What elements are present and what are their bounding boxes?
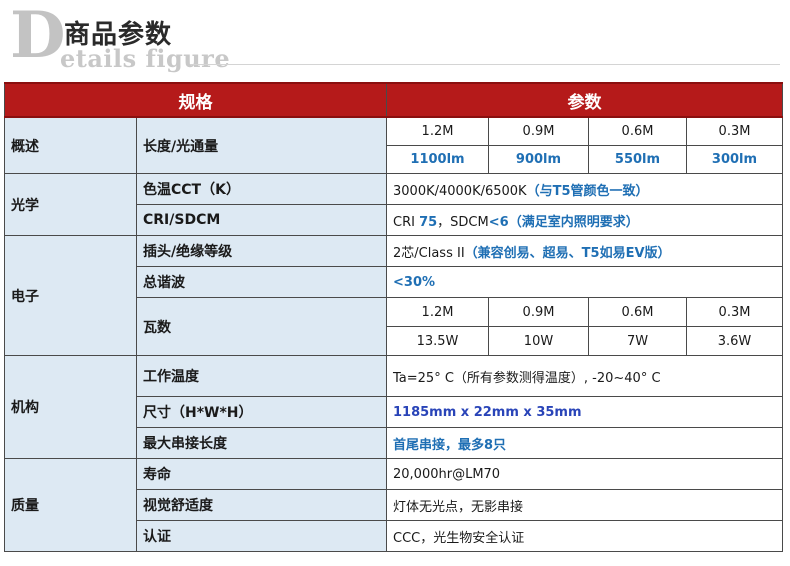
section-overview: 概述: [4, 116, 137, 174]
flux-cell: 550lm: [588, 145, 687, 174]
table-row: 机构 工作温度 Ta=25° C（所有参数测得温度）, -20~40° C: [4, 355, 783, 459]
label-size: 尺寸（H*W*H）: [136, 396, 387, 428]
thd-value: <30%: [386, 266, 783, 298]
table-row: 质量 寿命 20,000hr@LM70: [4, 458, 783, 552]
size-value: 1185mm x 22mm x 35mm: [386, 396, 783, 428]
label-plug: 插头/绝缘等级: [136, 235, 387, 267]
plug-value-cell: 2芯/Class II（兼容创易、超易、T5如易EV版）: [386, 235, 783, 267]
plug-value: 2芯/Class II: [393, 245, 465, 261]
flux-cell: 900lm: [488, 145, 589, 174]
flux-cell: 300lm: [686, 145, 783, 174]
cri-note: （满足室内照明要求）: [508, 214, 639, 230]
section-optics: 光学: [4, 173, 137, 236]
length-cell: 1.2M: [386, 116, 489, 146]
length-cell: 0.3M: [686, 116, 783, 146]
cri-prefix: CRI: [393, 214, 420, 230]
cct-note: （与T5管颜色一致）: [526, 183, 649, 199]
label-max-series: 最大串接长度: [136, 427, 387, 459]
label-life: 寿命: [136, 458, 387, 490]
table-row: 电子 插头/绝缘等级 2芯/Class II（兼容创易、超易、T5如易EV版）: [4, 235, 783, 356]
watt-length-cell: 0.3M: [686, 297, 783, 327]
label-watt: 瓦数: [136, 297, 387, 356]
length-cell: 0.9M: [488, 116, 589, 146]
comfort-value: 灯体无光点，无影串接: [386, 489, 783, 521]
watt-cell: 3.6W: [686, 326, 783, 356]
column-header-spec: 规格: [4, 82, 387, 118]
label-cct: 色温CCT（K）: [136, 173, 387, 205]
cct-value-cell: 3000K/4000K/6500K（与T5管颜色一致）: [386, 173, 783, 205]
table-row: 光学 色温CCT（K） 3000K/4000K/6500K（与T5管颜色一致）: [4, 173, 783, 236]
watt-cell: 13.5W: [386, 326, 489, 356]
label-thd: 总谐波: [136, 266, 387, 298]
life-value: 20,000hr@LM70: [386, 458, 783, 490]
cri-value-cell: CRI 75，SDCM<6（满足室内照明要求）: [386, 204, 783, 236]
label-comfort: 视觉舒适度: [136, 489, 387, 521]
flux-cell: 1100lm: [386, 145, 489, 174]
page-subtitle: etails figure: [60, 44, 231, 73]
page-header: D 商品参数 etails figure: [0, 0, 790, 80]
watt-length-cell: 1.2M: [386, 297, 489, 327]
column-header-param: 参数: [386, 82, 783, 118]
watt-cell: 7W: [588, 326, 687, 356]
watt-length-cell: 0.9M: [488, 297, 589, 327]
label-length-flux: 长度/光通量: [136, 116, 387, 174]
plug-note: （兼容创易、超易、T5如易EV版）: [464, 245, 671, 261]
section-electronics: 电子: [4, 235, 137, 356]
decorative-letter-d: D: [10, 0, 66, 73]
label-temp: 工作温度: [136, 355, 387, 397]
cri-mid: ，SDCM: [437, 214, 489, 230]
table-header-row: 规格 参数: [4, 82, 783, 118]
watt-length-cell: 0.6M: [588, 297, 687, 327]
table-row: 概述 长度/光通量 1.2M 0.9M 0.6M 0.3M: [4, 116, 783, 174]
label-cri: CRI/SDCM: [136, 204, 387, 236]
length-cell: 0.6M: [588, 116, 687, 146]
cert-value: CCC，光生物安全认证: [386, 520, 783, 552]
sdcm-value: <6: [488, 214, 509, 230]
header-divider: [190, 64, 780, 65]
temp-value: Ta=25° C（所有参数测得温度）, -20~40° C: [386, 355, 783, 397]
section-mechanism: 机构: [4, 355, 137, 459]
cct-value: 3000K/4000K/6500K: [393, 183, 527, 199]
cri-value: 75: [419, 214, 438, 230]
section-quality: 质量: [4, 458, 137, 552]
label-cert: 认证: [136, 520, 387, 552]
watt-cell: 10W: [488, 326, 589, 356]
spec-table: 规格 参数 概述 长度/光通量 1.2M 0.9M 0.6M 0.3M 1100…: [4, 82, 783, 552]
max-series-value: 首尾串接，最多8只: [386, 427, 783, 459]
